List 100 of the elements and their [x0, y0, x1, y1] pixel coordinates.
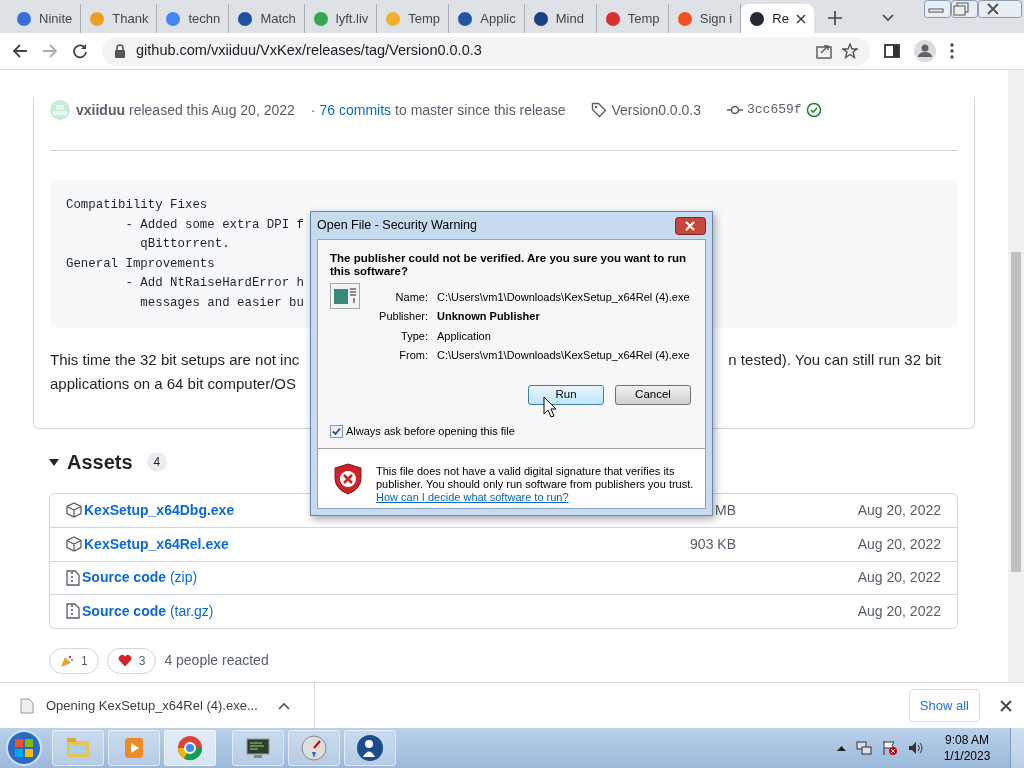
dialog-button[interactable]: Cancel: [615, 385, 691, 405]
close-icon[interactable]: [978, 0, 1022, 18]
new-tab-icon[interactable]: [827, 11, 842, 25]
browser-tab[interactable]: Thank: [81, 4, 158, 33]
release-date-text: released this Aug 20, 2022: [129, 100, 295, 120]
reaction-button[interactable]: 1: [49, 647, 99, 674]
clock-time: 9:08 AM: [944, 732, 990, 748]
scrollbar-thumb[interactable]: [1011, 252, 1021, 572]
file-size: MB: [715, 500, 737, 520]
avatar-icon: [50, 100, 70, 120]
caret-icon[interactable]: [49, 456, 59, 467]
close-icon[interactable]: [795, 13, 806, 24]
tag-link[interactable]: Version0.0.0.3: [611, 99, 701, 121]
paragraph-text: This time the 32 bit setups are not inc: [50, 349, 300, 370]
side-panel-icon[interactable]: [884, 43, 900, 59]
heart-icon: [117, 654, 132, 668]
browser-tab[interactable]: Re: [741, 4, 814, 33]
browser-tab[interactable]: Match: [229, 4, 305, 33]
star-icon[interactable]: [842, 43, 858, 59]
taskbar-button[interactable]: [232, 730, 284, 766]
field-label: Type:: [400, 328, 428, 344]
asset-link[interactable]: KexSetup_x64Dbg.exe: [84, 499, 235, 521]
zip-file-icon: [66, 603, 80, 620]
network-icon[interactable]: [856, 740, 872, 756]
code-line: messages and easier bu: [139, 294, 304, 312]
application-icon: [330, 283, 360, 309]
field-value: Unknown Publisher: [437, 309, 540, 324]
commits-text: to master since this release: [395, 100, 566, 120]
browser-tab[interactable]: Applic: [449, 4, 525, 33]
browser-tab[interactable]: Temp: [596, 4, 669, 33]
start-button[interactable]: [4, 729, 44, 767]
section-heading: Assets: [67, 449, 133, 475]
person-icon: [356, 734, 384, 762]
shield-error-icon: [334, 462, 362, 495]
warning-question: The publisher could not be verified. Are you sure you want to run this software?: [330, 252, 688, 278]
clock-date: 1/1/2023: [942, 748, 992, 764]
profile-icon[interactable]: [914, 40, 936, 62]
tray-expand-icon[interactable]: [837, 745, 846, 751]
package-icon: [66, 536, 82, 553]
flag-icon[interactable]: [882, 740, 898, 756]
gauge-icon: [300, 734, 328, 762]
browser-tab[interactable]: lyft.liv: [304, 4, 378, 33]
address-bar[interactable]: github.com/vxiiduu/VxKex/releases/tag/Version0.0.0.3: [102, 36, 870, 66]
party-popper-icon: [60, 653, 74, 668]
author-link[interactable]: vxiiduu: [76, 99, 125, 121]
browser-tab[interactable]: Temp: [377, 4, 450, 33]
paragraph-text: applications on a 64 bit computer/OS: [50, 373, 296, 394]
browser-tab[interactable]: techn: [157, 4, 230, 33]
code-line: Compatibility Fixes: [66, 197, 208, 214]
browser-icon: [176, 734, 204, 762]
browser-tab[interactable]: Mind: [524, 4, 597, 33]
asset-link[interactable]: Source code (tar.gz): [82, 600, 214, 622]
speaker-icon[interactable]: [908, 740, 924, 756]
browser-tab[interactable]: Sign i: [668, 4, 742, 33]
file-size: 903 KB: [690, 534, 737, 554]
asset-date: Aug 20, 2022: [856, 534, 941, 554]
asset-date: Aug 20, 2022: [856, 568, 941, 588]
code-line: - Added some extra DPI f: [124, 216, 304, 234]
cursor-icon: [543, 396, 557, 418]
code-line: - Add NtRaiseHardError h: [124, 275, 304, 293]
dialog-title: Open File - Security Warning: [317, 217, 477, 235]
asset-date: Aug 20, 2022: [856, 601, 941, 621]
checkbox[interactable]: [330, 424, 343, 438]
code-line: qBittorrent.: [139, 236, 230, 254]
share-icon[interactable]: [816, 43, 832, 59]
back-icon[interactable]: [12, 43, 28, 59]
count-badge: 4: [146, 451, 168, 472]
file-icon: [20, 697, 34, 714]
warning-text: This file does not have a valid digital signature that verifies its publisher. You should only run software from publishers you trust.: [376, 464, 695, 491]
caret-icon: [277, 701, 290, 710]
restore-icon[interactable]: [951, 0, 978, 18]
download-item[interactable]: Opening KexSetup_x64Rel (4).exe...: [46, 695, 290, 716]
commit-link[interactable]: 3cc659f: [747, 100, 802, 120]
field-value: Application: [437, 328, 491, 344]
field-value: C:\Users\vm1\Downloads\KexSetup_x64Rel (4).exe: [437, 289, 690, 305]
show-all-button[interactable]: Show all: [908, 688, 980, 723]
browser-tab[interactable]: Ninite: [8, 4, 82, 33]
zip-file-icon: [66, 569, 80, 586]
close-icon[interactable]: [1000, 699, 1012, 712]
asset-link[interactable]: Source code (zip): [82, 567, 198, 589]
scrollbar[interactable]: [1008, 70, 1024, 682]
dialog-button[interactable]: Run: [528, 385, 604, 405]
menu-icon[interactable]: [950, 43, 954, 59]
reaction-button[interactable]: 3: [106, 647, 157, 674]
field-label: Publisher:: [378, 309, 428, 324]
checkbox-label: Always ask before opening this file: [346, 424, 515, 439]
package-icon: [66, 502, 82, 519]
field-value: C:\Users\vm1\Downloads\KexSetup_x64Rel (4).exe: [437, 348, 690, 363]
reload-icon[interactable]: [72, 43, 88, 59]
close-button[interactable]: [675, 216, 706, 235]
reaction-summary: 4 people reacted: [164, 651, 269, 671]
asset-link[interactable]: KexSetup_x64Rel.exe: [84, 533, 229, 555]
asset-date: Aug 20, 2022: [856, 500, 941, 520]
tag-icon: [591, 102, 608, 118]
commits-link[interactable]: 76 commits: [319, 99, 392, 121]
taskbar-button[interactable]: [344, 730, 396, 766]
field-label: From:: [398, 348, 428, 363]
tab-search-icon[interactable]: [882, 14, 894, 22]
help-link[interactable]: How can I decide what software to run?: [376, 490, 569, 503]
code-line: General Improvements: [66, 255, 215, 273]
